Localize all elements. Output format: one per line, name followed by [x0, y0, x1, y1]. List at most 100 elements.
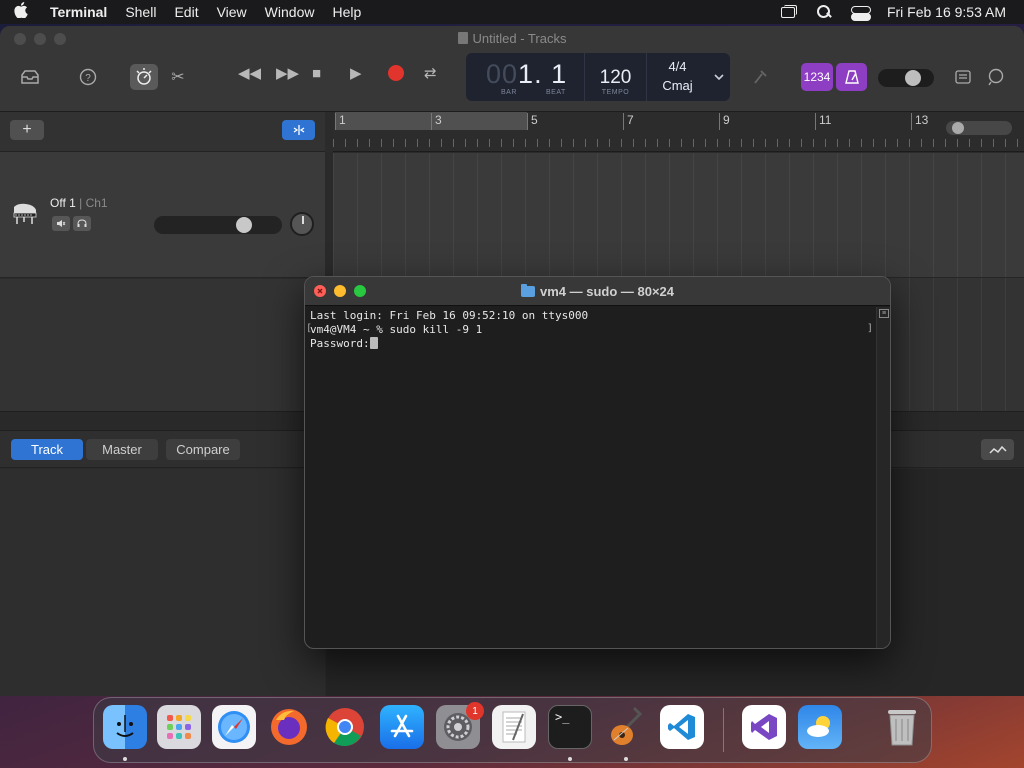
editor-view-icon[interactable] [981, 439, 1014, 460]
firefox-icon[interactable] [267, 705, 311, 749]
fast-forward-icon[interactable]: ▶▶ [276, 64, 312, 82]
password-prompt: Password: [310, 337, 370, 350]
key-signature: Cmaj [662, 78, 693, 93]
terminal-window: vm4 — sudo — 80×24 [ Last login: Fri Feb… [304, 276, 891, 649]
rewind-icon[interactable]: ◀◀ [238, 64, 276, 82]
terminal-output[interactable]: Last login: Fri Feb 16 09:52:10 on ttys0… [305, 307, 876, 648]
control-center-icon[interactable] [850, 5, 871, 21]
running-indicator [123, 757, 127, 761]
smart-controls-icon[interactable] [130, 64, 158, 90]
tab-compare[interactable]: Compare [166, 439, 240, 460]
loop-browser-icon[interactable] [982, 64, 1010, 90]
cursor-key-icon [369, 337, 378, 349]
ruler-bar-number: 5 [527, 113, 538, 130]
record-button[interactable] [388, 65, 424, 81]
dock-separator [723, 708, 724, 752]
menu-help[interactable]: Help [323, 4, 370, 20]
grand-piano-icon [12, 201, 38, 225]
solo-headphones-icon[interactable] [73, 216, 91, 231]
menu-app-name[interactable]: Terminal [40, 4, 116, 20]
ruler-bar-number: 9 [719, 113, 730, 130]
track-header-strip: + [0, 112, 325, 152]
menu-edit[interactable]: Edit [165, 4, 207, 20]
cycle-icon[interactable]: ⇄ [424, 64, 454, 82]
count-in-button[interactable]: 1234 [801, 63, 833, 91]
lcd-position: 001. 1 BAR BEAT [486, 59, 568, 96]
launchpad-icon[interactable] [157, 705, 201, 749]
catch-playhead-button[interactable] [282, 120, 315, 140]
visual-studio-icon[interactable] [742, 705, 786, 749]
lcd-signature[interactable]: 4/4 Cmaj [646, 53, 708, 101]
record-icon [388, 65, 404, 81]
terminal-line: Last login: Fri Feb 16 09:52:10 on ttys0… [310, 309, 589, 322]
ruler-bar-number: 7 [623, 113, 634, 130]
system-settings-icon[interactable]: 1 [436, 702, 484, 749]
track-volume-slider[interactable] [154, 216, 282, 234]
menu-window[interactable]: Window [256, 4, 324, 20]
tab-track[interactable]: Track [11, 439, 83, 460]
ruler-bar-number: 13 [911, 113, 928, 130]
textedit-icon[interactable] [492, 705, 536, 749]
add-track-button[interactable]: + [10, 120, 44, 140]
apple-menu-icon[interactable] [14, 2, 40, 22]
timeline-ruler[interactable]: 1 3 5 7 9 11 13 [333, 112, 1024, 152]
garageband-icon[interactable] [604, 705, 648, 749]
tuner-icon[interactable] [746, 64, 774, 90]
track-lane[interactable] [333, 153, 1024, 278]
editor-inspector [0, 469, 325, 696]
dock: 1 >_ [93, 697, 932, 763]
terminal-titlebar[interactable]: vm4 — sudo — 80×24 [305, 277, 890, 306]
terminal-icon[interactable]: >_ [548, 705, 592, 749]
ruler-bar-number: 11 [815, 113, 831, 130]
screen-mirroring-icon[interactable] [779, 5, 797, 19]
master-volume-slider[interactable] [878, 69, 934, 87]
menu-bar: Terminal Shell Edit View Window Help Fri… [0, 0, 1024, 24]
running-indicator [624, 757, 628, 761]
notepad-icon[interactable] [949, 64, 977, 90]
tab-master[interactable]: Master [86, 439, 158, 460]
mute-button[interactable] [52, 216, 70, 231]
help-icon[interactable]: ? [74, 64, 102, 90]
library-icon[interactable] [16, 64, 44, 90]
lcd-bar-label: BAR [501, 89, 517, 96]
menu-shell[interactable]: Shell [116, 4, 165, 20]
track-pan-knob[interactable] [290, 212, 314, 236]
chrome-icon[interactable] [323, 705, 367, 749]
lcd-display[interactable]: 001. 1 BAR BEAT 120 TEMPO 4/4 Cmaj [466, 53, 730, 101]
terminal-prompt-line: Password: [310, 337, 871, 351]
mark-bracket: ] [866, 323, 873, 334]
split-pane-icon[interactable]: ≡ [879, 309, 889, 318]
stop-icon[interactable]: ■ [312, 65, 350, 82]
safari-icon[interactable] [212, 705, 256, 749]
garageband-title: Untitled - Tracks [0, 31, 1024, 46]
track-name[interactable]: Off 1 | Ch1 [50, 196, 108, 210]
zoom-slider[interactable] [946, 121, 1012, 135]
folder-icon [520, 284, 535, 297]
spotlight-search-icon[interactable] [815, 5, 833, 19]
notification-badge: 1 [466, 702, 484, 720]
metronome-icon[interactable] [836, 63, 867, 91]
garageband-toolbar: Untitled - Tracks ? ✂ ◀◀ ▶▶ ■ ▶ ⇄ 001. 1… [0, 26, 1024, 112]
ruler-ticks [333, 139, 1024, 147]
chevron-down-icon[interactable] [708, 53, 730, 101]
menu-extras: Fri Feb 16 9:53 AM [779, 4, 1024, 21]
terminal-line: vm4@VM4 ~ % sudo kill -9 1 [310, 323, 483, 336]
menu-view[interactable]: View [208, 4, 256, 20]
vscode-icon[interactable] [660, 705, 704, 749]
finder-icon[interactable] [103, 705, 147, 749]
app-store-icon[interactable] [380, 705, 424, 749]
lcd-beat-label: BEAT [546, 89, 566, 96]
menu-clock[interactable]: Fri Feb 16 9:53 AM [887, 4, 1006, 20]
weather-icon[interactable] [798, 705, 842, 749]
track-header[interactable]: Off 1 | Ch1 [0, 152, 325, 278]
lcd-tempo[interactable]: 120 TEMPO [584, 53, 646, 101]
trash-icon[interactable] [880, 705, 924, 749]
terminal-scrollbar[interactable]: ≡ [876, 307, 890, 648]
terminal-title: vm4 — sudo — 80×24 [305, 284, 890, 299]
document-icon [457, 32, 468, 44]
svg-text:?: ? [85, 73, 91, 84]
ruler-bar-number: 1 [335, 113, 346, 130]
play-icon[interactable]: ▶ [350, 64, 388, 82]
scissors-icon[interactable]: ✂ [164, 64, 192, 90]
transport-controls: ◀◀ ▶▶ ■ ▶ ⇄ [238, 64, 454, 83]
